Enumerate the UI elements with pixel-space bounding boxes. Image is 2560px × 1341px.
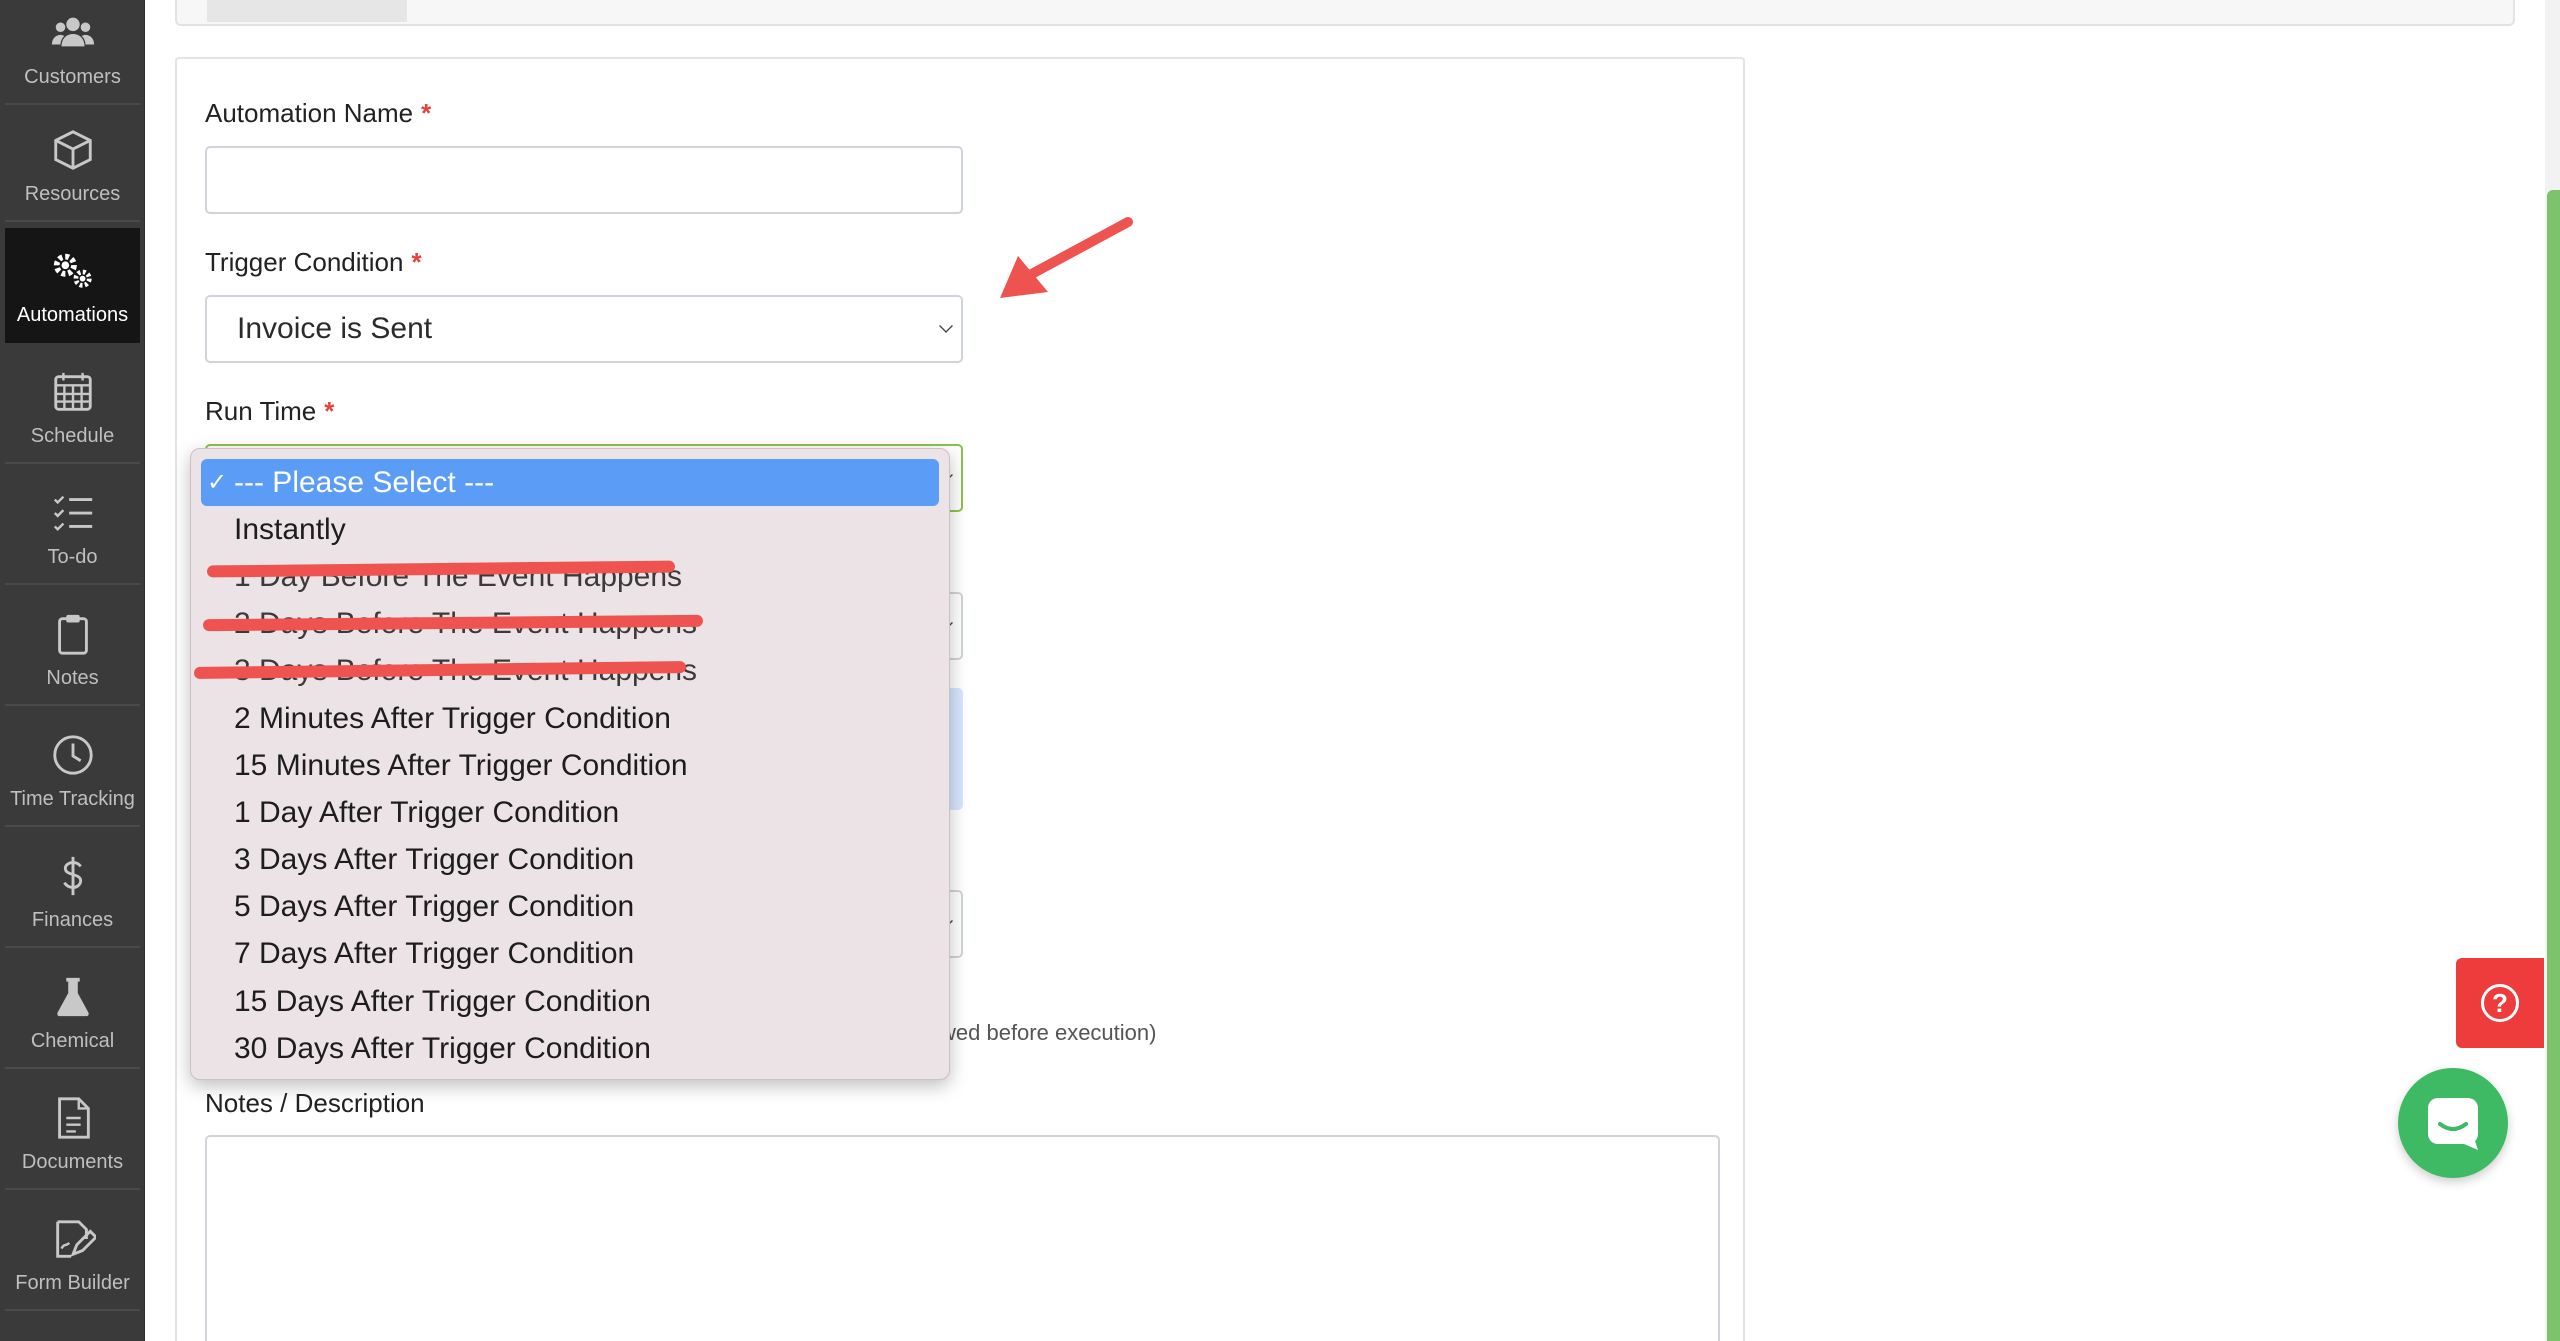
sidebar-item-label: Schedule xyxy=(30,425,115,447)
dropdown-option[interactable]: 7 Days After Trigger Condition xyxy=(201,931,939,978)
help-button[interactable]: ? xyxy=(2456,958,2544,1048)
sidebar-item-customers[interactable]: Customers xyxy=(5,0,140,105)
sidebar-item-time-tracking[interactable]: Time Tracking xyxy=(5,712,140,827)
scrollbar-thumb[interactable] xyxy=(2547,190,2560,1341)
sidebar-item-finances[interactable]: Finances xyxy=(5,833,140,948)
annotation-arrow-icon xyxy=(1000,217,1133,298)
clock-icon xyxy=(50,732,96,778)
clipboard-icon xyxy=(50,611,96,657)
chevron-down-icon xyxy=(939,319,953,333)
notes-description-label: Notes / Description xyxy=(205,1088,425,1118)
sidebar-item-label: Documents xyxy=(21,1151,124,1173)
sidebar-item-schedule[interactable]: Schedule xyxy=(5,349,140,464)
dropdown-option[interactable]: 15 Days After Trigger Condition xyxy=(201,978,939,1025)
sidebar-item-label: Customers xyxy=(24,66,121,88)
top-info-bar xyxy=(175,0,2515,26)
sidebar-item-label: Time Tracking xyxy=(10,788,135,810)
chat-icon xyxy=(2428,1098,2478,1150)
dollar-icon xyxy=(50,853,96,899)
sidebar-item-chemical[interactable]: Chemical xyxy=(5,954,140,1069)
required-marker: * xyxy=(411,247,422,277)
form-edit-icon xyxy=(50,1216,96,1262)
checklist-icon xyxy=(50,490,96,536)
dropdown-option[interactable]: 1 Day After Trigger Condition xyxy=(201,789,939,836)
sidebar-item-form-builder[interactable]: Form Builder xyxy=(5,1196,140,1311)
automation-name-label: Automation Name * xyxy=(205,98,432,128)
dropdown-option[interactable]: 1 Day Before The Event Happens xyxy=(201,553,939,600)
sidebar-item-todo[interactable]: To-do xyxy=(5,470,140,585)
sidebar-item-automations[interactable]: Automations xyxy=(5,228,140,343)
run-time-label: Run Time * xyxy=(205,396,335,426)
document-icon xyxy=(50,1095,96,1141)
sidebar-item-label: To-do xyxy=(47,546,98,568)
dropdown-option[interactable]: 2 Minutes After Trigger Condition xyxy=(201,695,939,742)
question-icon: ? xyxy=(2481,984,2519,1022)
dropdown-option[interactable]: 30 Days After Trigger Condition xyxy=(201,1025,939,1072)
checkmark-icon: ✓ xyxy=(207,469,228,497)
sidebar: Customers Resources Automations Schedule… xyxy=(0,0,145,1341)
box-icon xyxy=(50,127,96,173)
sidebar-item-label: Notes xyxy=(46,667,99,689)
flask-icon xyxy=(50,974,96,1020)
sidebar-item-label: Resources xyxy=(24,183,121,205)
dropdown-option[interactable]: 3 Days After Trigger Condition xyxy=(201,837,939,884)
notes-description-textarea[interactable] xyxy=(205,1135,1720,1341)
top-info-tab xyxy=(207,0,407,22)
chat-launcher-button[interactable] xyxy=(2398,1068,2508,1178)
sidebar-item-label: Chemical xyxy=(30,1030,115,1052)
trigger-condition-value: Invoice is Sent xyxy=(237,312,433,345)
calendar-icon xyxy=(50,369,96,415)
required-marker: * xyxy=(421,98,432,128)
sidebar-item-resources[interactable]: Resources xyxy=(5,107,140,222)
sidebar-item-label: Finances xyxy=(31,909,114,931)
partial-help-text: wed before execution) xyxy=(940,1020,1157,1045)
automation-name-input[interactable] xyxy=(205,146,963,214)
dropdown-option[interactable]: 15 Minutes After Trigger Condition xyxy=(201,742,939,789)
sidebar-item-documents[interactable]: Documents xyxy=(5,1075,140,1190)
run-time-dropdown-list: ✓ --- Please Select --- Instantly 1 Day … xyxy=(190,448,950,1080)
dropdown-option[interactable]: ✓ --- Please Select --- xyxy=(201,459,939,507)
sidebar-item-label: Form Builder xyxy=(15,1272,130,1294)
sidebar-item-label: Automations xyxy=(16,304,129,326)
sidebar-item-notes[interactable]: Notes xyxy=(5,591,140,706)
required-marker: * xyxy=(324,396,335,426)
trigger-condition-select[interactable]: Invoice is Sent xyxy=(205,295,963,363)
users-icon xyxy=(50,10,96,56)
gears-icon xyxy=(50,248,96,294)
dropdown-option[interactable]: 5 Days After Trigger Condition xyxy=(201,884,939,931)
dropdown-option[interactable]: Instantly xyxy=(201,506,939,553)
trigger-condition-label: Trigger Condition * xyxy=(205,247,422,277)
